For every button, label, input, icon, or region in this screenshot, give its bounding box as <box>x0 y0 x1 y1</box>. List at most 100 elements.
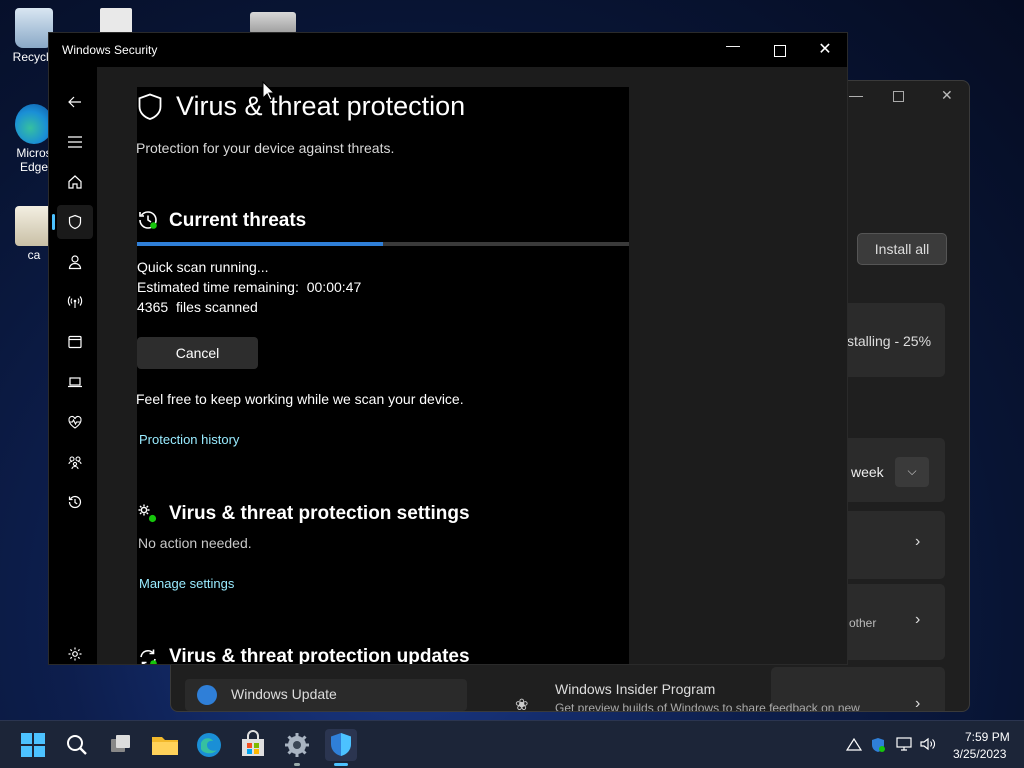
sidebar-item-label: Windows Update <box>231 686 337 702</box>
folder-icon <box>152 737 178 755</box>
update-refresh-icon <box>140 649 157 664</box>
insider-subtitle: Get preview builds of Windows to share f… <box>555 701 860 712</box>
manage-settings-link[interactable]: Manage settings <box>139 576 234 591</box>
windows-security-taskbar-button[interactable] <box>325 729 357 766</box>
windows-security-window[interactable]: Windows Security — ✕ Virus & threat prot… <box>48 32 848 665</box>
windows-update-icon <box>197 685 217 705</box>
document-desktop-icon[interactable] <box>100 8 132 34</box>
gear-icon <box>68 647 82 661</box>
start-button[interactable] <box>17 729 49 761</box>
browser-window-icon <box>68 335 82 349</box>
chevron-down-icon[interactable]: ⌵ <box>895 457 929 487</box>
chevron-right-icon: › <box>915 695 921 712</box>
laptop-icon <box>68 377 82 388</box>
shield-icon <box>331 733 351 756</box>
microsoft-store-button[interactable] <box>237 729 269 761</box>
edge-icon <box>197 733 221 757</box>
installing-status: stalling - 25% <box>847 333 932 349</box>
defender-tray-icon[interactable] <box>870 737 886 756</box>
family-icon <box>68 456 82 470</box>
person-icon <box>68 255 82 270</box>
insider-icon: ❀ <box>515 697 529 712</box>
page-title: Virus & threat protection <box>176 91 466 121</box>
sidebar-item-device-health[interactable] <box>57 405 93 439</box>
clock-date[interactable]: 3/25/2023 <box>953 747 1006 761</box>
files-scanned: 4365 files scanned <box>137 299 258 315</box>
mouse-cursor-icon <box>262 81 276 101</box>
bg-minimize-button[interactable]: — <box>849 87 863 103</box>
scan-progress-bar <box>137 242 629 246</box>
files-label: files scanned <box>176 299 258 315</box>
updates-section-heading: Virus & threat protection updates <box>169 646 470 665</box>
back-button[interactable] <box>57 85 93 119</box>
close-button[interactable]: ✕ <box>815 39 835 58</box>
gear-icon <box>285 733 309 757</box>
current-threats-heading: Current threats <box>169 210 307 231</box>
files-count: 4365 <box>137 299 169 315</box>
search-icon <box>67 735 87 755</box>
title-bar[interactable]: Windows Security — ✕ <box>49 33 847 67</box>
home-icon <box>68 175 82 189</box>
bg-maximize-button[interactable] <box>893 91 904 102</box>
menu-button[interactable] <box>57 125 93 159</box>
windows-logo-icon <box>21 733 45 757</box>
sidebar-item-settings[interactable] <box>57 637 93 664</box>
scan-eta: Estimated time remaining: 00:00:47 <box>137 279 361 295</box>
install-all-button[interactable]: Install all <box>857 233 947 265</box>
heart-pulse-icon <box>68 415 82 429</box>
scan-history-icon <box>139 211 157 229</box>
chevron-right-icon: › <box>915 533 921 550</box>
task-view-icon <box>111 735 130 752</box>
cancel-scan-button[interactable]: Cancel <box>137 337 258 369</box>
history-icon <box>68 495 82 509</box>
bg-close-button[interactable]: ✕ <box>941 87 953 104</box>
sidebar-item-windows-update[interactable]: Windows Update <box>185 679 467 711</box>
sidebar-item-account-protection[interactable] <box>57 245 93 279</box>
shield-icon <box>138 93 162 120</box>
eta-value: 00:00:47 <box>306 279 362 295</box>
display-icon[interactable] <box>896 737 912 754</box>
insider-title: Windows Insider Program <box>555 681 716 697</box>
sidebar-item-firewall[interactable] <box>57 285 93 319</box>
clock-time[interactable]: 7:59 PM <box>965 730 1010 744</box>
maximize-button[interactable] <box>769 41 789 59</box>
settings-status: No action needed. <box>138 535 252 551</box>
sidebar-item-family-options[interactable] <box>57 445 93 479</box>
sidebar-nav <box>49 67 97 664</box>
active-indicator <box>52 214 55 230</box>
network-icon[interactable] <box>845 737 863 754</box>
back-arrow-icon <box>68 96 81 108</box>
sidebar-item-device-security[interactable] <box>57 365 93 399</box>
antenna-icon <box>67 296 83 308</box>
keep-working-note: Feel free to keep working while we scan … <box>136 391 464 407</box>
protection-history-link[interactable]: Protection history <box>139 432 239 447</box>
task-view-button[interactable] <box>105 729 137 761</box>
taskbar: 7:59 PM 3/25/2023 <box>0 720 1024 768</box>
sidebar-item-app-browser-control[interactable] <box>57 325 93 359</box>
edge-button[interactable] <box>193 729 225 761</box>
store-bag-icon <box>242 730 264 756</box>
eta-label: Estimated time remaining: <box>137 279 299 295</box>
scan-status: Quick scan running... <box>137 259 269 275</box>
chevron-right-icon: › <box>915 611 921 628</box>
running-indicator <box>294 763 300 766</box>
page-subtitle: Protection for your device against threa… <box>136 140 395 156</box>
scan-progress-fill <box>137 242 383 246</box>
settings-app-button[interactable] <box>281 729 313 766</box>
sidebar-item-virus-protection[interactable] <box>52 205 93 239</box>
shield-icon <box>68 214 82 230</box>
settings-gear-icon <box>138 504 157 523</box>
advanced-options-text: other <box>849 616 877 630</box>
volume-icon[interactable] <box>920 737 936 754</box>
settings-folder-desktop-icon[interactable] <box>250 12 296 34</box>
sidebar-item-protection-history[interactable] <box>57 485 93 519</box>
sidebar-item-home[interactable] <box>57 165 93 199</box>
active-indicator <box>334 763 348 766</box>
pause-duration-value: week <box>851 464 884 480</box>
file-explorer-button[interactable] <box>149 729 181 761</box>
minimize-button[interactable]: — <box>723 37 743 55</box>
settings-section-heading: Virus & threat protection settings <box>169 503 470 524</box>
hamburger-icon <box>68 136 82 148</box>
search-button[interactable] <box>61 729 93 761</box>
window-title: Windows Security <box>62 43 158 57</box>
